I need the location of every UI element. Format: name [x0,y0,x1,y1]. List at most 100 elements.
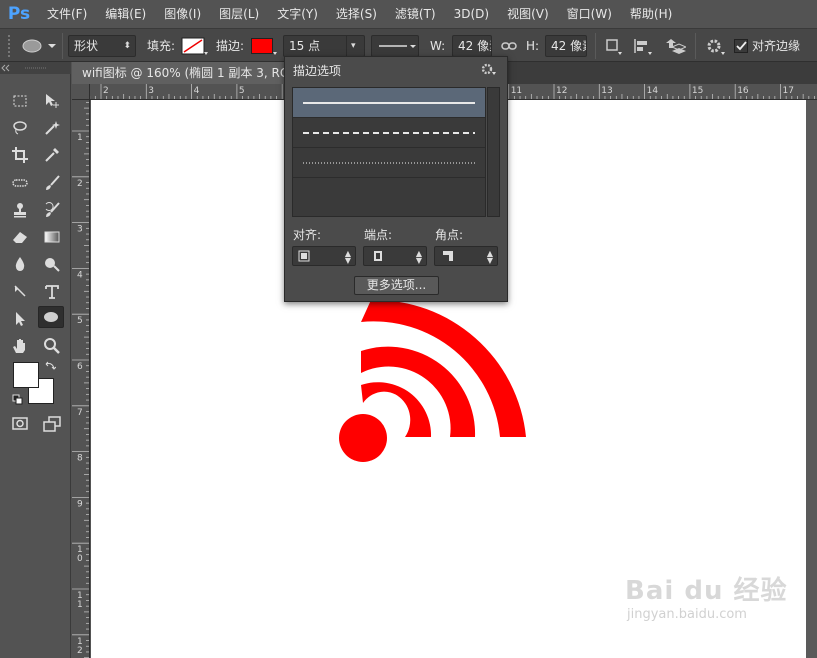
menu-items: 文件(F) 编辑(E) 图像(I) 图层(L) 文字(Y) 选择(S) 滤镜(T) 3D(D)… [38,0,681,28]
stroke-list-scrollbar[interactable] [487,87,500,217]
document-tab[interactable]: wifi图标 @ 160% (椭圆 1 副本 3, RGB [72,62,302,84]
swap-colors-icon[interactable] [44,360,57,375]
stroke-options-panel: 描边选项 对齐: 端点: 角点: ▲ ▼ ▲ ▼ ▲ ▼ 更多选项... [284,56,508,302]
ruler-label: 7 [77,408,83,418]
path-selection-icon[interactable] [7,308,33,330]
menu-bar: Ps 文件(F) 编辑(E) 图像(I) 图层(L) 文字(Y) 选择(S) 滤镜(T) 3D… [0,0,817,28]
clone-stamp-icon[interactable] [7,199,33,221]
ruler-label: 6 [77,362,83,372]
eraser-icon[interactable] [7,226,33,248]
height-label: H: [526,39,540,53]
dodge-icon[interactable] [39,253,65,275]
link-dimensions-icon[interactable] [500,35,518,57]
gear-icon[interactable] [481,62,497,79]
menu-item[interactable]: 文件(F) [38,0,96,28]
stroke-style-dashed[interactable] [293,118,485,148]
menu-item[interactable]: 视图(V) [498,0,558,28]
ruler-label: 3 [77,225,83,235]
baidu-watermark: Bai du 经验 jingyan.baidu.com [625,570,788,622]
ruler-label: 11 [511,86,522,96]
ruler-label: 15 [692,86,703,96]
brush-icon[interactable] [39,172,65,194]
collapse-arrows-icon[interactable] [0,62,71,74]
stroke-width-field[interactable]: 15 点 ▾ [283,35,365,57]
menu-item[interactable]: 滤镜(T) [386,0,445,28]
history-brush-icon[interactable] [39,199,65,221]
eyedropper-icon[interactable] [39,144,65,166]
ruler-label: 8 [77,454,83,464]
solid-line-icon [303,102,475,104]
watermark-brand: Bai du 经验 [625,576,788,606]
align-inside-icon [298,250,310,262]
stroke-style-list [292,87,486,217]
menu-item[interactable]: 文字(Y) [268,0,327,28]
dotted-line-icon [303,162,475,164]
ruler-label: 12 [556,86,567,96]
stroke-corners-dropdown[interactable]: ▲ ▼ [434,246,498,266]
screen-mode-icon[interactable] [39,413,65,435]
stroke-caps-dropdown[interactable]: ▲ ▼ [363,246,427,266]
path-arrangement-icon[interactable] [662,35,688,57]
ellipse-tool-icon[interactable] [38,306,64,328]
gradient-icon[interactable] [39,226,65,248]
updown-arrows-icon: ▲ ▼ [344,249,351,265]
ruler-label: 3 [148,86,154,96]
default-colors-icon[interactable] [12,394,24,409]
menu-item[interactable]: 选择(S) [327,0,386,28]
divider [62,33,63,59]
chevron-down-icon[interactable]: ▾ [346,36,364,56]
blur-icon[interactable] [7,253,33,275]
hand-tool-icon[interactable] [7,335,33,357]
crop-icon[interactable] [7,144,33,166]
fill-swatch[interactable] [181,35,209,57]
gear-icon[interactable] [704,35,726,57]
miter-join-icon [443,251,453,261]
vertical-scrollbar[interactable] [806,100,817,658]
tool-preset-picker[interactable] [18,35,58,57]
ruler-origin[interactable] [72,84,90,100]
align-edges-checkbox[interactable] [734,39,748,53]
magic-wand-icon[interactable] [39,117,65,139]
ruler-label: 2 [103,86,109,96]
ruler-label: 2 [77,646,83,656]
spot-healing-icon[interactable] [7,172,33,194]
path-alignment-icon[interactable] [632,35,654,57]
ruler-label: 17 [783,86,794,96]
stroke-style-solid[interactable] [293,88,485,118]
wifi-symbol [339,299,526,462]
menu-item[interactable]: 图层(L) [210,0,268,28]
width-input[interactable]: 42 像素 [452,35,492,57]
path-operations-icon[interactable] [604,35,624,57]
ruler-label: 13 [601,86,612,96]
vertical-ruler: 123456789101112 [72,100,90,658]
photoshop-logo: Ps [7,4,31,24]
stroke-color-swatch[interactable] [250,35,278,57]
type-tool-icon[interactable] [39,281,65,303]
more-options-button[interactable]: 更多选项... [354,276,439,295]
menu-item[interactable]: 编辑(E) [96,0,155,28]
watermark-url: jingyan.baidu.com [627,607,747,622]
rectangular-marquee-icon[interactable] [7,90,33,112]
menu-item[interactable]: 图像(I) [155,0,210,28]
quick-mask-icon[interactable] [7,413,33,435]
menu-item[interactable]: 窗口(W) [558,0,621,28]
pen-icon[interactable] [7,281,33,303]
height-input[interactable]: 42 像素 [545,35,587,57]
ruler-label: 14 [647,86,659,96]
tools-panel-header[interactable] [0,62,71,74]
zoom-icon[interactable] [39,335,65,357]
updown-arrows-icon: ▲ ▼ [415,249,422,265]
shape-mode-dropdown[interactable]: 形状 ⬍ [68,35,136,57]
fill-label: 填充: [147,39,176,53]
ruler-label: 5 [239,86,245,96]
foreground-color-swatch[interactable] [13,362,39,388]
stroke-style-dotted[interactable] [293,148,485,178]
move-tool-icon[interactable] [39,90,65,112]
photoshop-window: Ps 文件(F) 编辑(E) 图像(I) 图层(L) 文字(Y) 选择(S) 滤镜(T) 3D… [0,0,817,658]
menu-item[interactable]: 帮助(H) [621,0,681,28]
stroke-align-dropdown[interactable]: ▲ ▼ [292,246,356,266]
stroke-type-dropdown[interactable] [371,35,419,57]
lasso-icon[interactable] [7,117,33,139]
checkmark-icon [736,41,747,51]
menu-item[interactable]: 3D(D) [445,0,498,28]
